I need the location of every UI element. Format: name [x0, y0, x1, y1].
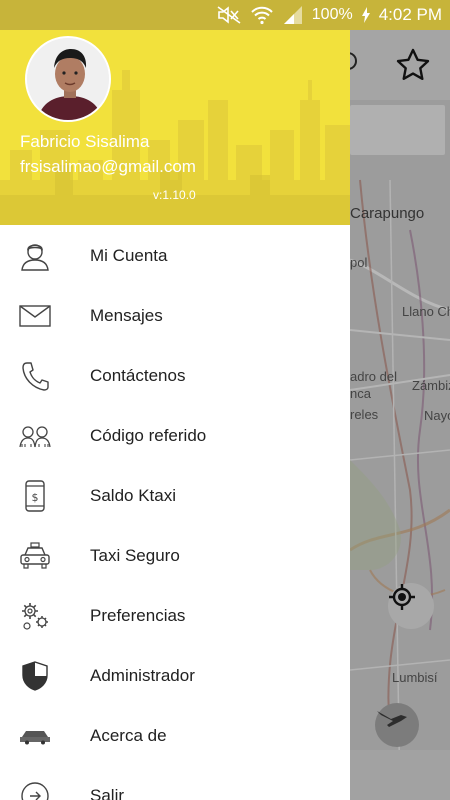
menu-item-mi-cuenta[interactable]: Mi Cuenta	[0, 225, 350, 285]
menu-label: Administrador	[90, 666, 195, 685]
map-label-lumbisi: Lumbisí	[392, 670, 438, 685]
phone-icon	[18, 359, 52, 393]
map-label-llano-chico: Llano Chic	[402, 304, 450, 319]
user-icon	[18, 239, 52, 273]
app-version: v:1.10.0	[153, 188, 196, 202]
navigation-drawer: Fabricio Sisalima frsisalimao@gmail.com …	[0, 0, 350, 800]
menu-label: Taxi Seguro	[90, 546, 180, 565]
menu-label: Acerca de	[90, 726, 167, 745]
clock: 4:02 PM	[378, 5, 442, 24]
svg-text:$: $	[32, 491, 39, 504]
drawer-header: Fabricio Sisalima frsisalimao@gmail.com …	[0, 30, 350, 225]
map-bottom-bar	[350, 750, 450, 800]
menu-label: Contáctenos	[90, 366, 186, 385]
menu-item-saldo-ktaxi[interactable]: $ Saldo Ktaxi	[0, 465, 350, 525]
crosshair-icon	[389, 584, 415, 610]
menu-item-contactenos[interactable]: Contáctenos	[0, 345, 350, 405]
gears-icon	[18, 599, 52, 633]
referral-people-icon	[18, 419, 52, 453]
status-bar: 100% 4:02 PM	[0, 0, 450, 30]
map-label-zambiza: Zámbiz	[412, 378, 450, 393]
map-view[interactable]: Carapungo pol Llano Chic adro del Zámbiz…	[350, 30, 450, 800]
avatar[interactable]	[25, 36, 111, 122]
taxi-request-button[interactable]	[375, 703, 419, 747]
menu-item-taxi-seguro[interactable]: Taxi Seguro	[0, 525, 350, 585]
battery-percent: 100%	[311, 6, 353, 23]
envelope-icon	[18, 299, 52, 333]
charging-icon	[361, 7, 371, 23]
express-legal-logo-icon	[18, 719, 52, 753]
menu-item-administrador[interactable]: Administrador	[0, 645, 350, 705]
menu-item-mensajes[interactable]: Mensajes	[0, 285, 350, 345]
user-photo	[27, 38, 109, 120]
wifi-icon	[250, 5, 274, 25]
map-label-nca: nca	[350, 386, 371, 401]
my-location-button[interactable]	[388, 583, 434, 629]
menu-label: Mensajes	[90, 306, 163, 325]
user-email: frsisalimao@gmail.com	[20, 157, 196, 176]
exit-icon	[18, 779, 52, 800]
drawer-menu: Mi Cuenta Mensajes Contáctenos Código re…	[0, 225, 350, 800]
map-search-box[interactable]	[350, 105, 445, 155]
menu-label: Saldo Ktaxi	[90, 486, 176, 505]
menu-label: Preferencias	[90, 606, 186, 625]
map-label-carapungo: Carapungo	[350, 205, 425, 222]
menu-item-codigo-referido[interactable]: Código referido	[0, 405, 350, 465]
shield-icon	[18, 659, 52, 693]
map-label-reles: reles	[350, 407, 379, 422]
taxi-icon	[18, 539, 52, 573]
menu-item-acerca-de[interactable]: Acerca de	[0, 705, 350, 765]
mute-icon	[216, 5, 242, 25]
map-label-pol: pol	[350, 255, 368, 270]
map-label-nayon: Nayó	[424, 408, 450, 423]
menu-item-salir[interactable]: Salir	[0, 765, 350, 800]
menu-item-preferencias[interactable]: Preferencias	[0, 585, 350, 645]
menu-label: Mi Cuenta	[90, 246, 168, 265]
airplane-icon	[377, 711, 407, 727]
mobile-balance-icon: $	[18, 479, 52, 513]
signal-icon	[282, 5, 304, 25]
menu-label: Salir	[90, 786, 125, 800]
menu-label: Código referido	[90, 426, 207, 445]
user-name: Fabricio Sisalima	[20, 132, 150, 151]
map-label-adro-del: adro del	[350, 369, 397, 384]
